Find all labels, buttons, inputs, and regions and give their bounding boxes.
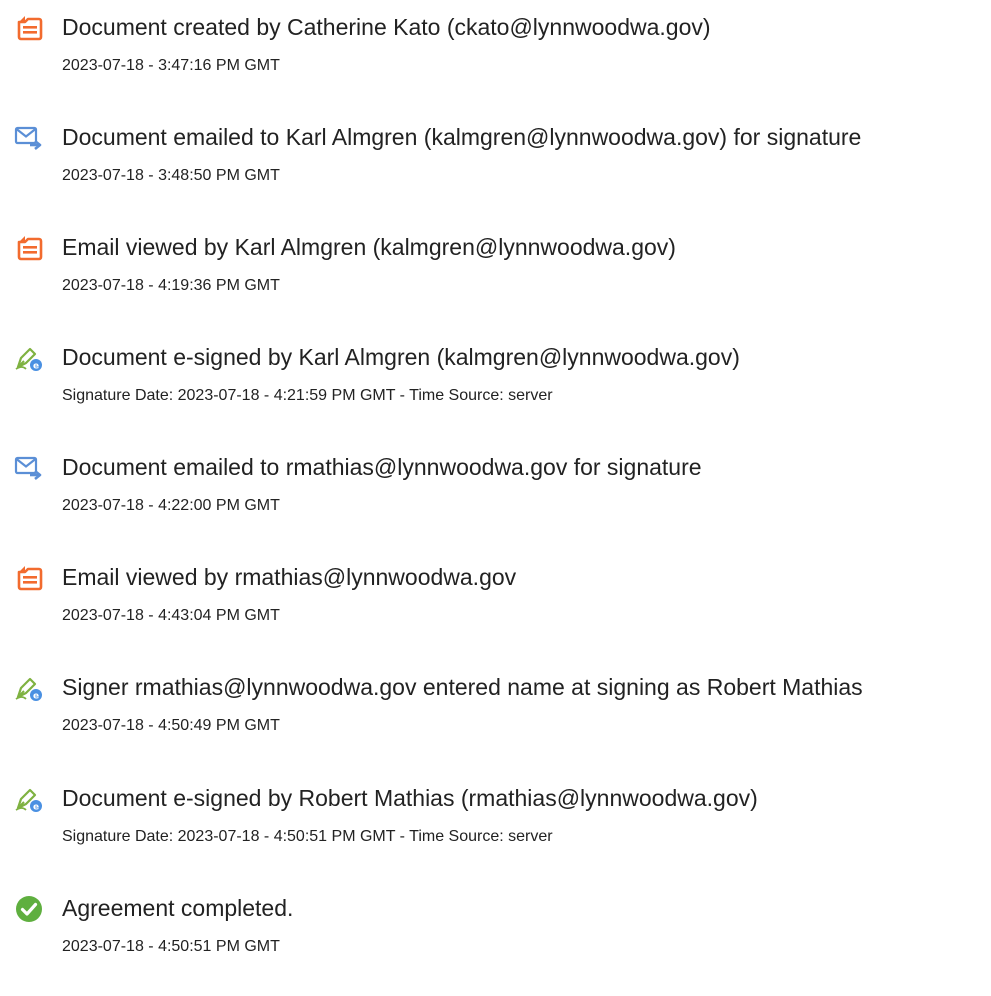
event-description: Signer rmathias@lynnwoodwa.gov entered n… — [62, 674, 863, 700]
audit-event: Agreement completed. 2023-07-18 - 4:50:51… — [0, 890, 991, 980]
event-timestamp: Signature Date: 2023-07-18 - 4:50:51 PM … — [62, 828, 553, 845]
event-timestamp: 2023-07-18 - 3:48:50 PM GMT — [62, 167, 280, 184]
svg-text:e: e — [33, 362, 39, 372]
email-icon — [14, 453, 44, 483]
document-icon — [14, 233, 44, 263]
esign-icon: e — [14, 784, 44, 814]
audit-event: Document emailed to rmathias@lynnwoodwa.… — [0, 449, 991, 539]
event-timestamp: 2023-07-18 - 4:22:00 PM GMT — [62, 497, 280, 514]
esign-icon: e — [14, 673, 44, 703]
event-timestamp: 2023-07-18 - 4:50:51 PM GMT — [62, 938, 280, 955]
audit-event: Document created by Catherine Kato (ckat… — [0, 9, 991, 99]
audit-event: e Document e-signed by Robert Mathias (r… — [0, 780, 991, 870]
document-icon — [14, 13, 44, 43]
audit-event: Email viewed by rmathias@lynnwoodwa.gov 2… — [0, 559, 991, 649]
event-description: Document e-signed by Karl Almgren (kalmg… — [62, 344, 740, 370]
event-description: Agreement completed. — [62, 895, 294, 921]
event-timestamp: 2023-07-18 - 4:19:36 PM GMT — [62, 277, 280, 294]
audit-event: e Signer rmathias@lynnwoodwa.gov entered… — [0, 669, 991, 759]
svg-text:e: e — [33, 803, 39, 813]
event-description: Document created by Catherine Kato (ckat… — [62, 14, 711, 40]
svg-text:e: e — [33, 692, 39, 702]
event-description: Email viewed by rmathias@lynnwoodwa.gov — [62, 564, 517, 590]
esign-icon: e — [14, 343, 44, 373]
audit-event: e Document e-signed by Karl Almgren (kal… — [0, 339, 991, 429]
event-description: Document emailed to Karl Almgren (kalmgr… — [62, 124, 862, 150]
email-icon — [14, 123, 44, 153]
event-description: Document emailed to rmathias@lynnwoodwa.… — [62, 454, 702, 480]
event-description: Email viewed by Karl Almgren (kalmgren@l… — [62, 234, 676, 260]
audit-event: Document emailed to Karl Almgren (kalmgr… — [0, 119, 991, 209]
event-description: Document e-signed by Robert Mathias (rma… — [62, 785, 758, 811]
document-icon — [14, 563, 44, 593]
event-timestamp: Signature Date: 2023-07-18 - 4:21:59 PM … — [62, 387, 553, 404]
event-timestamp: 2023-07-18 - 4:50:49 PM GMT — [62, 717, 280, 734]
audit-event: Email viewed by Karl Almgren (kalmgren@l… — [0, 229, 991, 319]
event-timestamp: 2023-07-18 - 3:47:16 PM GMT — [62, 57, 280, 74]
event-timestamp: 2023-07-18 - 4:43:04 PM GMT — [62, 607, 280, 624]
checkmark-icon — [14, 894, 44, 924]
